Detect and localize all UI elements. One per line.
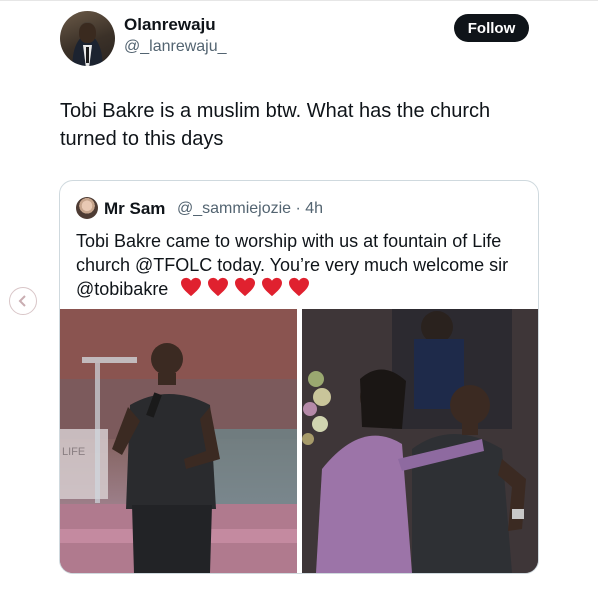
quoted-tweet-card[interactable]: Mr Sam @_sammiejozie · 4h Tobi Bakre cam…: [59, 180, 539, 574]
heart-icon: [181, 278, 202, 297]
avatar-tie: [86, 47, 89, 63]
avatar-face: [79, 23, 96, 43]
quoted-author-handle-time: @_sammiejozie · 4h: [177, 200, 324, 217]
quoted-author-name[interactable]: Mr Sam: [104, 199, 165, 219]
author-display-name[interactable]: Olanrewaju: [124, 15, 216, 35]
heart-icon: [262, 278, 283, 297]
hearts-emoji-row: [175, 277, 310, 303]
stage-sign-text: LIFE: [62, 446, 85, 458]
quoted-tweet-text: Tobi Bakre came to worship with us at fo…: [76, 229, 516, 303]
tweet-text: Tobi Bakre is a muslim btw. What has the…: [60, 100, 491, 150]
author-avatar[interactable]: [60, 11, 115, 66]
top-divider: [0, 0, 598, 1]
heart-icon: [208, 278, 229, 297]
follow-button[interactable]: Follow: [454, 14, 529, 42]
photo-right-illustration: [302, 309, 538, 573]
author-handle[interactable]: @_lanrewaju_: [124, 38, 227, 56]
photo-preacher-on-stage[interactable]: LIFE: [60, 309, 297, 573]
photo-two-men-embracing[interactable]: [302, 309, 538, 573]
photo-left-illustration: LIFE: [60, 309, 297, 573]
quoted-author-avatar[interactable]: [76, 197, 98, 219]
heart-icon: [235, 278, 256, 297]
chevron-left-icon[interactable]: [9, 287, 37, 315]
heart-icon: [289, 278, 310, 297]
